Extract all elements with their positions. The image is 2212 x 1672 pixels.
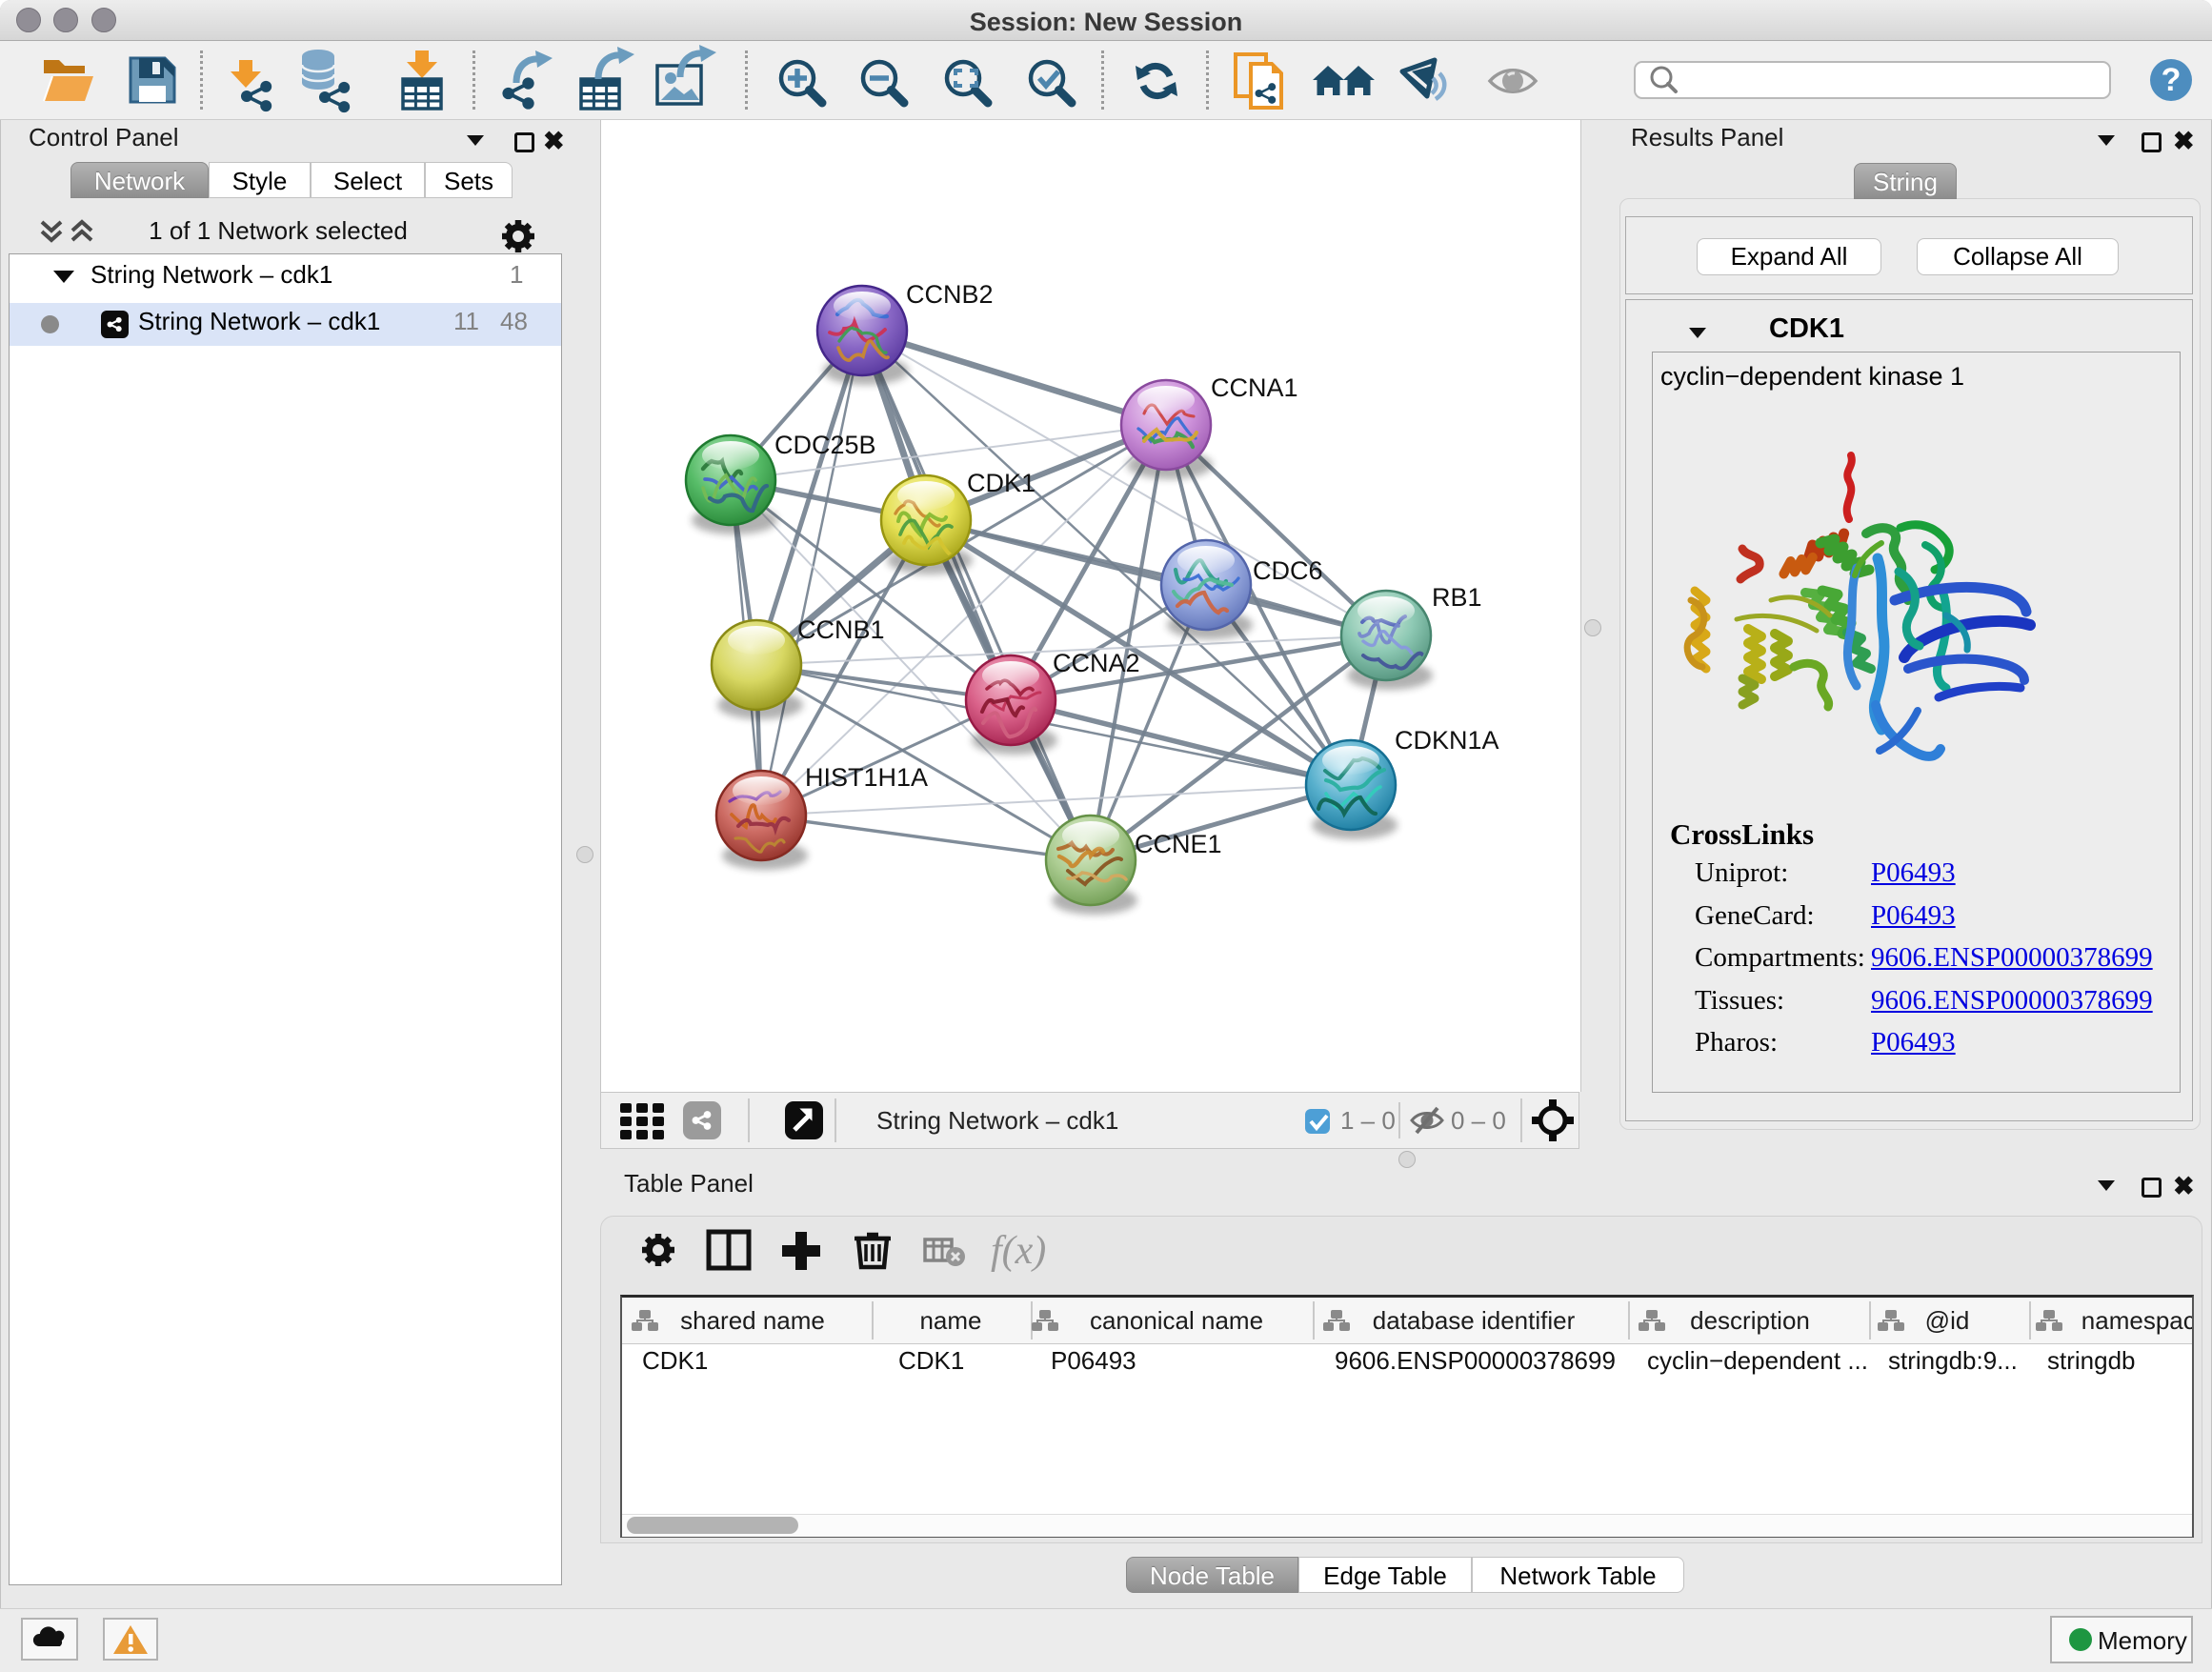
svg-text:?: ? bbox=[2162, 62, 2182, 98]
svg-text:1 of 1 Network selected: 1 of 1 Network selected bbox=[149, 216, 408, 245]
svg-text:canonical name: canonical name bbox=[1090, 1306, 1263, 1335]
svg-text:CDC6: CDC6 bbox=[1253, 556, 1323, 585]
svg-text:RB1: RB1 bbox=[1432, 583, 1482, 612]
svg-text:0 – 0: 0 – 0 bbox=[1451, 1106, 1506, 1135]
svg-text:description: description bbox=[1690, 1306, 1810, 1335]
svg-text:CDKN1A: CDKN1A bbox=[1395, 726, 1499, 755]
svg-text:String Network – cdk1: String Network – cdk1 bbox=[876, 1106, 1118, 1135]
svg-text:CCNA2: CCNA2 bbox=[1053, 649, 1140, 677]
svg-text:CDK1: CDK1 bbox=[967, 469, 1036, 497]
svg-text:CCNE1: CCNE1 bbox=[1135, 830, 1222, 858]
svg-text:1 – 0: 1 – 0 bbox=[1340, 1106, 1396, 1135]
svg-text:CCNB1: CCNB1 bbox=[797, 615, 885, 644]
svg-text:shared name: shared name bbox=[680, 1306, 825, 1335]
svg-text:CCNB2: CCNB2 bbox=[906, 280, 994, 309]
svg-text:CCNA1: CCNA1 bbox=[1211, 373, 1298, 402]
svg-text:database identifier: database identifier bbox=[1373, 1306, 1576, 1335]
svg-text:namespace: namespace bbox=[2081, 1306, 2192, 1335]
svg-text:CDC25B: CDC25B bbox=[774, 431, 876, 459]
svg-text:HIST1H1A: HIST1H1A bbox=[805, 763, 928, 792]
svg-text:@id: @id bbox=[1925, 1306, 1970, 1335]
svg-text:f(x): f(x) bbox=[991, 1229, 1046, 1273]
svg-text:name: name bbox=[919, 1306, 981, 1335]
